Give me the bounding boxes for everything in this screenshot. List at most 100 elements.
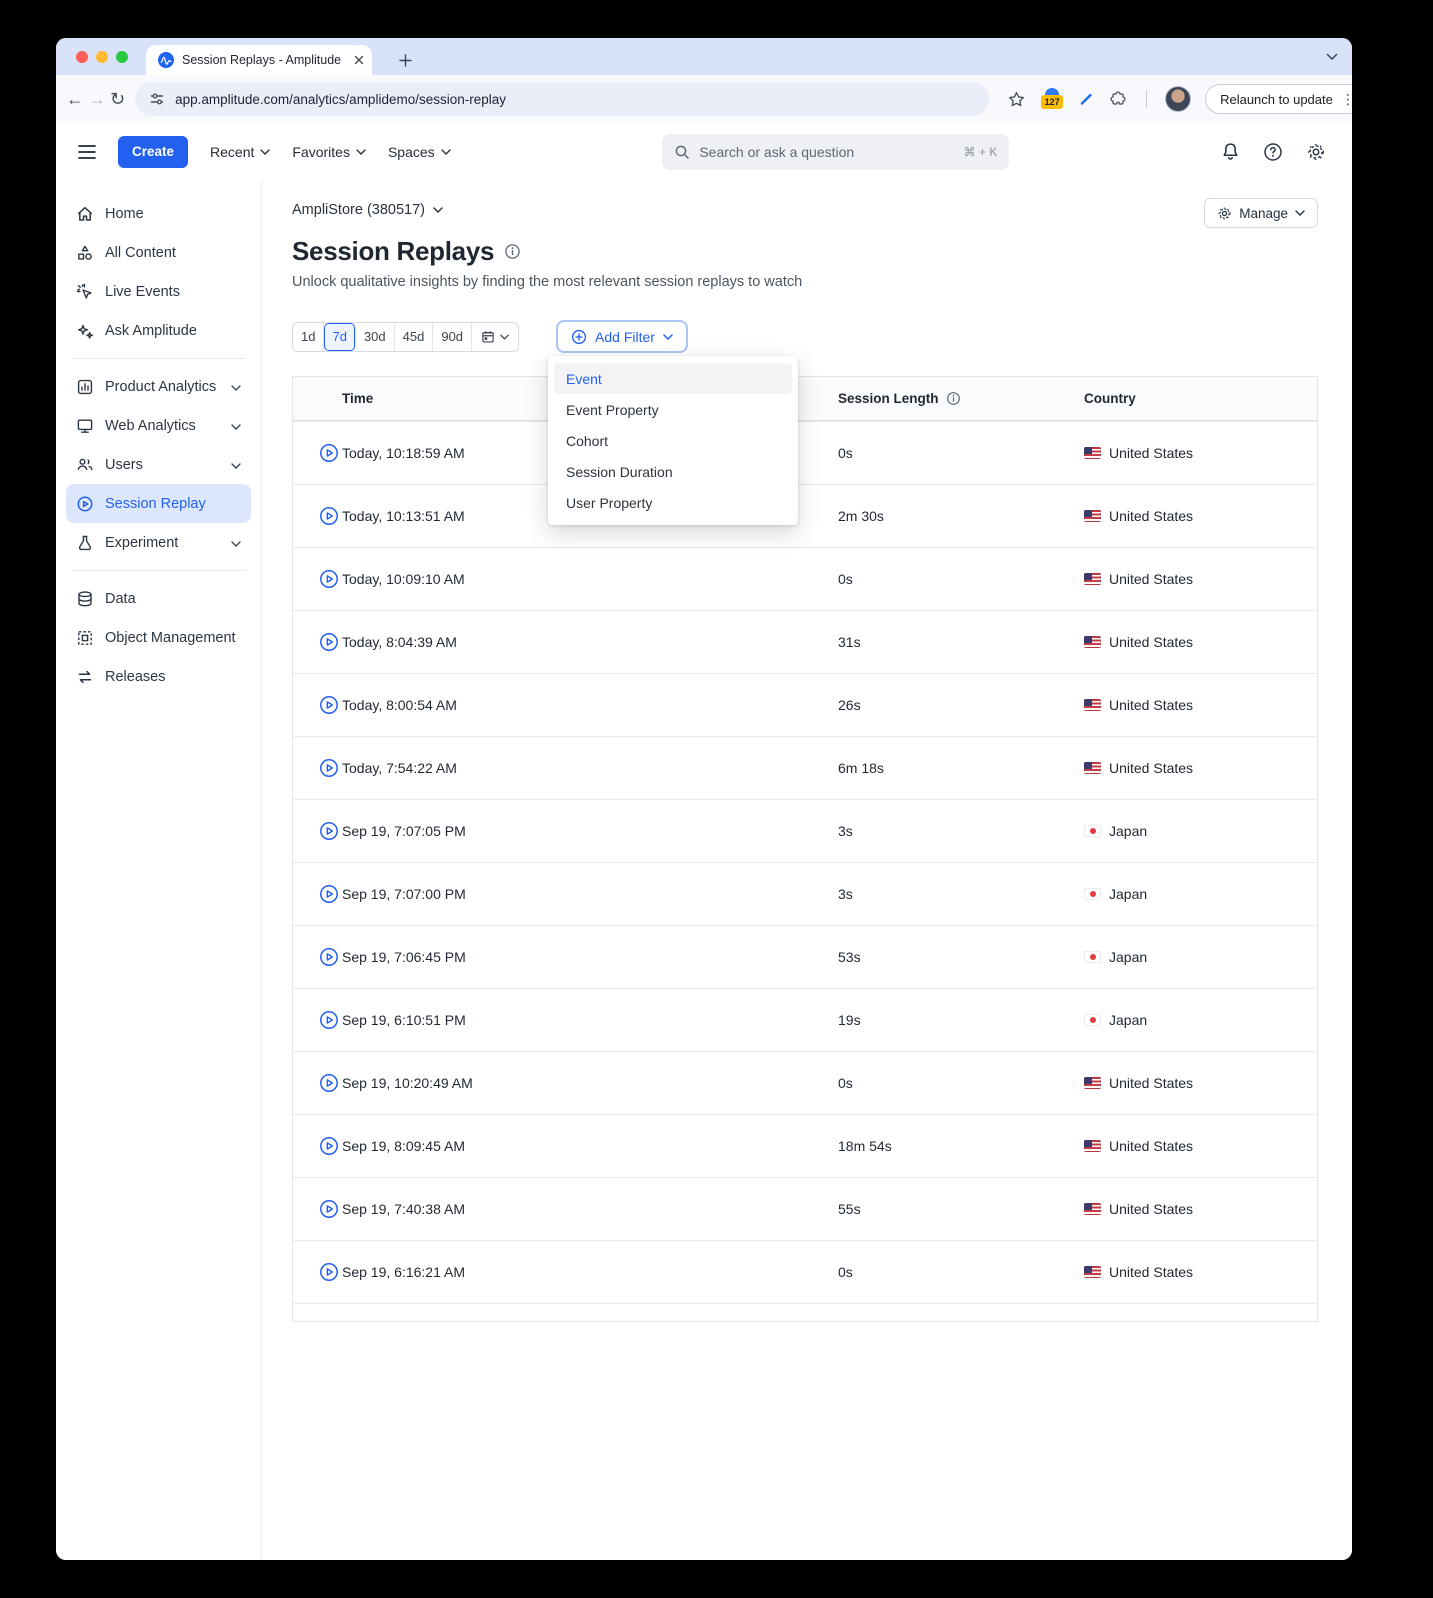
menu-recent[interactable]: Recent	[210, 143, 271, 160]
sidebar-item-label: Data	[105, 590, 136, 607]
sidebar-item-ask-amplitude[interactable]: Ask Amplitude	[66, 311, 251, 350]
play-replay-button[interactable]	[315, 632, 342, 652]
sidebar-item-experiment[interactable]: Experiment	[66, 523, 251, 562]
custom-date-button[interactable]	[472, 322, 519, 351]
sidebar-item-users[interactable]: Users	[66, 445, 251, 484]
table-row[interactable]: Sep 19, 7:06:45 PM 53s Japan	[293, 925, 1317, 988]
table-row[interactable]: Sep 19, 10:20:49 AM 0s United States	[293, 1051, 1317, 1114]
table-row[interactable]: Today, 8:04:39 AM 31s United States	[293, 610, 1317, 673]
session-length: 0s	[838, 1075, 853, 1091]
menu-favorites[interactable]: Favorites	[292, 144, 366, 160]
search-input[interactable]	[699, 143, 955, 160]
hamburger-menu-icon[interactable]	[78, 144, 96, 159]
notifications-bell-icon[interactable]	[1221, 142, 1240, 162]
bookmark-star-icon[interactable]	[1007, 90, 1026, 109]
play-replay-button[interactable]	[315, 821, 342, 841]
close-tab-icon[interactable]	[354, 55, 364, 65]
maximize-window-button[interactable]	[116, 50, 128, 63]
global-search[interactable]: ⌘ + K	[662, 133, 1010, 170]
menu-item-cohort[interactable]: Cohort	[554, 425, 792, 456]
browser-tabstrip: Session Replays - Amplitude	[56, 38, 1352, 75]
sidebar-item-data[interactable]: Data	[66, 579, 251, 618]
country-cell: United States	[1084, 1201, 1317, 1217]
pencil-extension-icon[interactable]	[1078, 91, 1094, 107]
range-45d-button[interactable]: 45d	[394, 322, 434, 351]
range-7d-button[interactable]: 7d	[324, 322, 356, 351]
menu-item-user-property[interactable]: User Property	[554, 487, 792, 518]
relaunch-button[interactable]: Relaunch to update ⋮	[1205, 84, 1352, 114]
play-replay-button[interactable]	[315, 884, 342, 904]
table-row[interactable]: Sep 19, 6:10:51 PM 19s Japan	[293, 988, 1317, 1051]
country-flag-icon	[1084, 1014, 1101, 1026]
play-replay-button[interactable]	[315, 1010, 342, 1030]
menu-spaces[interactable]: Spaces	[388, 144, 451, 160]
play-replay-button[interactable]	[315, 1136, 342, 1156]
sidebar-item-home[interactable]: Home	[66, 194, 251, 233]
country-name: United States	[1109, 571, 1194, 587]
back-button[interactable]: ←	[66, 83, 84, 115]
play-replay-button[interactable]	[315, 443, 342, 463]
table-row[interactable]: Sep 19, 6:16:21 AM 0s United States	[293, 1240, 1317, 1303]
reload-button[interactable]: ↻	[110, 83, 125, 115]
browser-tab[interactable]: Session Replays - Amplitude	[146, 45, 372, 75]
close-window-button[interactable]	[76, 50, 88, 63]
extension-badge-icon[interactable]: 127	[1040, 87, 1064, 111]
add-filter-button[interactable]: Add Filter	[556, 320, 688, 353]
table-row[interactable]: Sep 19, 5:40:59 AM0sBrazil	[293, 1303, 1317, 1321]
table-row[interactable]: Today, 10:13:51 AM 2m 30s United States	[293, 484, 1317, 547]
sidebar-item-live-events[interactable]: Live Events	[66, 272, 251, 311]
manage-button[interactable]: Manage	[1204, 198, 1318, 228]
sidebar-item-product-analytics[interactable]: Product Analytics	[66, 367, 251, 406]
sidebar-item-object-management[interactable]: Object Management	[66, 618, 251, 657]
play-replay-button[interactable]	[315, 506, 342, 526]
menu-item-session-duration[interactable]: Session Duration	[554, 456, 792, 487]
tab-list-chevron-icon[interactable]	[1326, 48, 1338, 66]
create-button[interactable]: Create	[118, 135, 189, 168]
info-icon[interactable]	[504, 243, 521, 260]
forward-button[interactable]: →	[88, 83, 106, 115]
menu-recent-label: Recent	[210, 143, 255, 160]
chevron-down-icon	[500, 334, 509, 340]
settings-gear-icon[interactable]	[1306, 142, 1326, 162]
table-row[interactable]: Today, 8:00:54 AM 26s United States	[293, 673, 1317, 736]
new-tab-button[interactable]	[391, 46, 419, 74]
country-name: United States	[1109, 1075, 1194, 1091]
sidebar-item-all-content[interactable]: All Content	[66, 233, 251, 272]
play-replay-button[interactable]	[315, 1199, 342, 1219]
table-row[interactable]: Sep 19, 8:09:45 AM 18m 54s United States	[293, 1114, 1317, 1177]
table-row[interactable]: Today, 10:09:10 AM 0s United States	[293, 547, 1317, 610]
play-replay-button[interactable]	[315, 1073, 342, 1093]
minimize-window-button[interactable]	[96, 50, 108, 63]
country-flag-icon	[1084, 636, 1101, 648]
country-flag-icon	[1084, 951, 1101, 963]
play-replay-button[interactable]	[315, 947, 342, 967]
table-row[interactable]: Sep 19, 7:07:00 PM 3s Japan	[293, 862, 1317, 925]
site-settings-icon[interactable]	[149, 91, 165, 107]
sidebar-divider	[72, 570, 245, 571]
extensions-puzzle-icon[interactable]	[1108, 89, 1128, 109]
range-30d-button[interactable]: 30d	[355, 322, 395, 351]
table-row[interactable]: Today, 10:18:59 AM 0s United States	[293, 421, 1317, 484]
play-replay-button[interactable]	[315, 758, 342, 778]
play-replay-button[interactable]	[315, 695, 342, 715]
info-icon[interactable]	[946, 391, 961, 406]
profile-avatar[interactable]	[1165, 86, 1192, 112]
help-icon[interactable]	[1263, 142, 1283, 162]
play-replay-button[interactable]	[315, 1262, 342, 1282]
table-row[interactable]: Sep 19, 7:40:38 AM 55s United States	[293, 1177, 1317, 1240]
range-1d-button[interactable]: 1d	[293, 322, 325, 351]
project-selector[interactable]: AmpliStore (380517)	[292, 202, 443, 218]
menu-item-event-property[interactable]: Event Property	[554, 394, 792, 425]
table-row[interactable]: Sep 19, 7:07:05 PM 3s Japan	[293, 799, 1317, 862]
table-row[interactable]: Today, 7:54:22 AM 6m 18s United States	[293, 736, 1317, 799]
country-name: Japan	[1109, 949, 1148, 965]
sidebar-item-releases[interactable]: Releases	[66, 657, 251, 696]
url-bar[interactable]: app.amplitude.com/analytics/amplidemo/se…	[135, 82, 990, 116]
sidebar-item-web-analytics[interactable]: Web Analytics	[66, 406, 251, 445]
menu-item-event[interactable]: Event	[554, 363, 792, 394]
play-replay-button[interactable]	[315, 569, 342, 589]
browser-menu-icon[interactable]: ⋮	[1341, 91, 1352, 108]
chevron-down-icon	[433, 207, 443, 213]
sidebar-item-session-replay[interactable]: Session Replay	[66, 484, 251, 523]
range-90d-button[interactable]: 90d	[433, 322, 473, 351]
